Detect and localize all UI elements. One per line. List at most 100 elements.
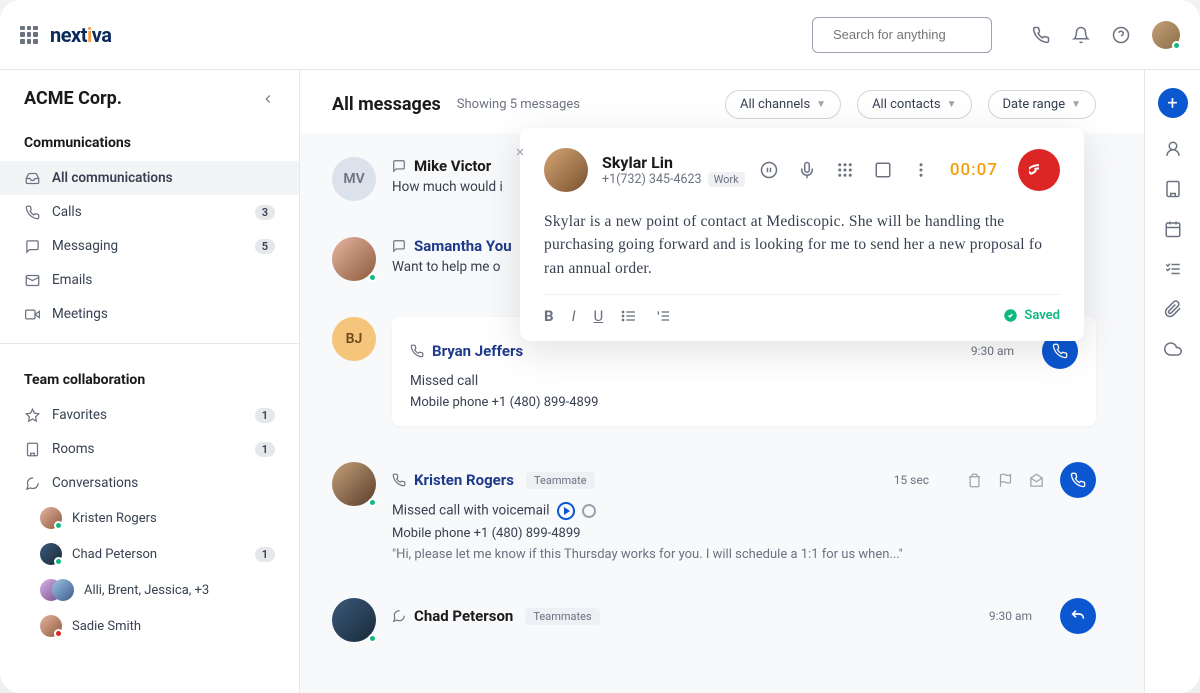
call-timer: 00:07 — [950, 160, 998, 180]
sidebar-collapse-icon[interactable] — [261, 92, 275, 106]
italic-button[interactable]: I — [572, 307, 576, 325]
underline-button[interactable]: U — [594, 307, 604, 325]
bell-icon[interactable] — [1072, 26, 1090, 44]
chevron-down-icon: ▼ — [816, 99, 826, 110]
more-icon[interactable] — [912, 161, 930, 179]
conversation-group[interactable]: Alli, Brent, Jessica, +3 — [0, 572, 299, 608]
thread-row[interactable]: Chad Peterson Teammates 9:30 am — [332, 580, 1096, 660]
sidebar-item-label: Rooms — [52, 441, 95, 457]
play-voicemail-button[interactable] — [557, 502, 575, 520]
sidebar-item-label: Calls — [52, 204, 82, 220]
add-button[interactable]: + — [1158, 88, 1188, 118]
dialpad-icon[interactable] — [836, 161, 854, 179]
trash-icon[interactable] — [967, 473, 982, 488]
conversation-sadie[interactable]: Sadie Smith — [0, 608, 299, 644]
phone-icon — [410, 344, 424, 358]
thread-name: Chad Peterson — [414, 607, 513, 625]
user-avatar[interactable] — [1152, 21, 1180, 49]
sidebar-item-all-communications[interactable]: All communications — [0, 161, 299, 195]
sidebar-item-conversations[interactable]: Conversations — [0, 466, 299, 500]
caller-name: Skylar Lin — [602, 153, 745, 172]
sidebar-item-label: All communications — [52, 170, 173, 186]
filter-date[interactable]: Date range▼ — [988, 90, 1096, 119]
page-title: All messages — [332, 94, 441, 115]
conversations-icon — [392, 609, 406, 623]
sidebar-item-label: Emails — [52, 272, 92, 288]
org-name: ACME Corp. — [24, 88, 122, 109]
sidebar-item-rooms[interactable]: Rooms 1 — [0, 432, 299, 466]
sidebar-item-label: Favorites — [52, 407, 107, 423]
sidebar-item-label: Meetings — [52, 306, 108, 322]
badge: 3 — [255, 205, 275, 220]
saved-indicator: Saved — [1003, 308, 1060, 323]
pause-icon[interactable] — [760, 161, 778, 179]
bullet-list-button[interactable] — [621, 308, 637, 324]
filter-contacts[interactable]: All contacts▼ — [857, 90, 971, 119]
callback-button[interactable] — [1060, 462, 1096, 498]
badge: 1 — [255, 547, 275, 562]
avatar — [332, 237, 376, 281]
thread-line: Missed call with voicemail — [392, 502, 1096, 520]
avatar — [40, 615, 62, 637]
thread-time: 9:30 am — [989, 609, 1032, 623]
chat-icon — [392, 159, 406, 173]
phone-icon — [24, 205, 40, 220]
note-icon[interactable] — [874, 161, 892, 179]
thread-meta: Mobile phone +1 (480) 899-4899 — [392, 526, 1096, 541]
sidebar-item-emails[interactable]: Emails — [0, 263, 299, 297]
brand-logo: nextiva — [50, 23, 111, 47]
video-icon — [24, 307, 40, 322]
conversation-kristen[interactable]: Kristen Rogers — [0, 500, 299, 536]
mail-open-icon[interactable] — [1029, 473, 1044, 488]
flag-icon[interactable] — [998, 473, 1013, 488]
thread-name: Mike Victor — [414, 157, 491, 175]
star-icon — [24, 408, 40, 423]
sidebar-item-calls[interactable]: Calls 3 — [0, 195, 299, 229]
chat-icon — [24, 239, 40, 254]
chevron-down-icon: ▼ — [1071, 99, 1081, 110]
call-note[interactable]: Skylar is a new point of contact at Medi… — [544, 210, 1060, 280]
avatar — [40, 543, 62, 565]
sidebar-item-messaging[interactable]: Messaging 5 — [0, 229, 299, 263]
numbered-list-button[interactable] — [655, 308, 671, 324]
section-communications-title: Communications — [0, 119, 299, 161]
thread-quote: "Hi, please let me know if this Thursday… — [392, 547, 1096, 562]
calendar-icon[interactable] — [1164, 220, 1182, 238]
chat-icon — [392, 239, 406, 253]
thread-tag: Teammates — [525, 608, 599, 625]
reply-button[interactable] — [1060, 598, 1096, 634]
sidebar-item-favorites[interactable]: Favorites 1 — [0, 398, 299, 432]
contact-icon[interactable] — [1164, 140, 1182, 158]
thread-time: 9:30 am — [971, 344, 1014, 358]
help-icon[interactable] — [1112, 26, 1130, 44]
caller-number: +1(732) 345-4623Work — [602, 172, 745, 187]
conversation-chad[interactable]: Chad Peterson 1 — [0, 536, 299, 572]
thread-tag: Teammate — [526, 472, 595, 489]
building-icon[interactable] — [1164, 180, 1182, 198]
avatar — [332, 598, 376, 642]
thread-duration: 15 sec — [894, 473, 929, 487]
badge: 1 — [255, 408, 275, 423]
search-input-wrapper[interactable] — [812, 17, 992, 53]
apps-menu-icon[interactable] — [20, 26, 38, 44]
cloud-icon[interactable] — [1164, 340, 1182, 358]
thread-name: Kristen Rogers — [414, 471, 514, 489]
phone-icon[interactable] — [1032, 26, 1050, 44]
page-subtitle: Showing 5 messages — [457, 97, 580, 112]
avatar: BJ — [332, 317, 376, 361]
tasks-icon[interactable] — [1164, 260, 1182, 278]
search-input[interactable] — [833, 27, 1009, 42]
bold-button[interactable]: B — [544, 307, 554, 325]
conversation-label: Kristen Rogers — [72, 511, 157, 526]
mic-icon[interactable] — [798, 161, 816, 179]
avatar — [52, 579, 74, 601]
thread-row[interactable]: Kristen Rogers Teammate 15 sec Mis — [332, 444, 1096, 580]
collapse-icon[interactable] — [510, 142, 530, 162]
filter-channels[interactable]: All channels▼ — [725, 90, 841, 119]
avatar — [40, 507, 62, 529]
attachment-icon[interactable] — [1164, 300, 1182, 318]
thread-name: Bryan Jeffers — [432, 342, 523, 360]
hangup-button[interactable] — [1018, 149, 1060, 191]
sidebar-item-meetings[interactable]: Meetings — [0, 297, 299, 331]
phone-icon — [392, 473, 406, 487]
